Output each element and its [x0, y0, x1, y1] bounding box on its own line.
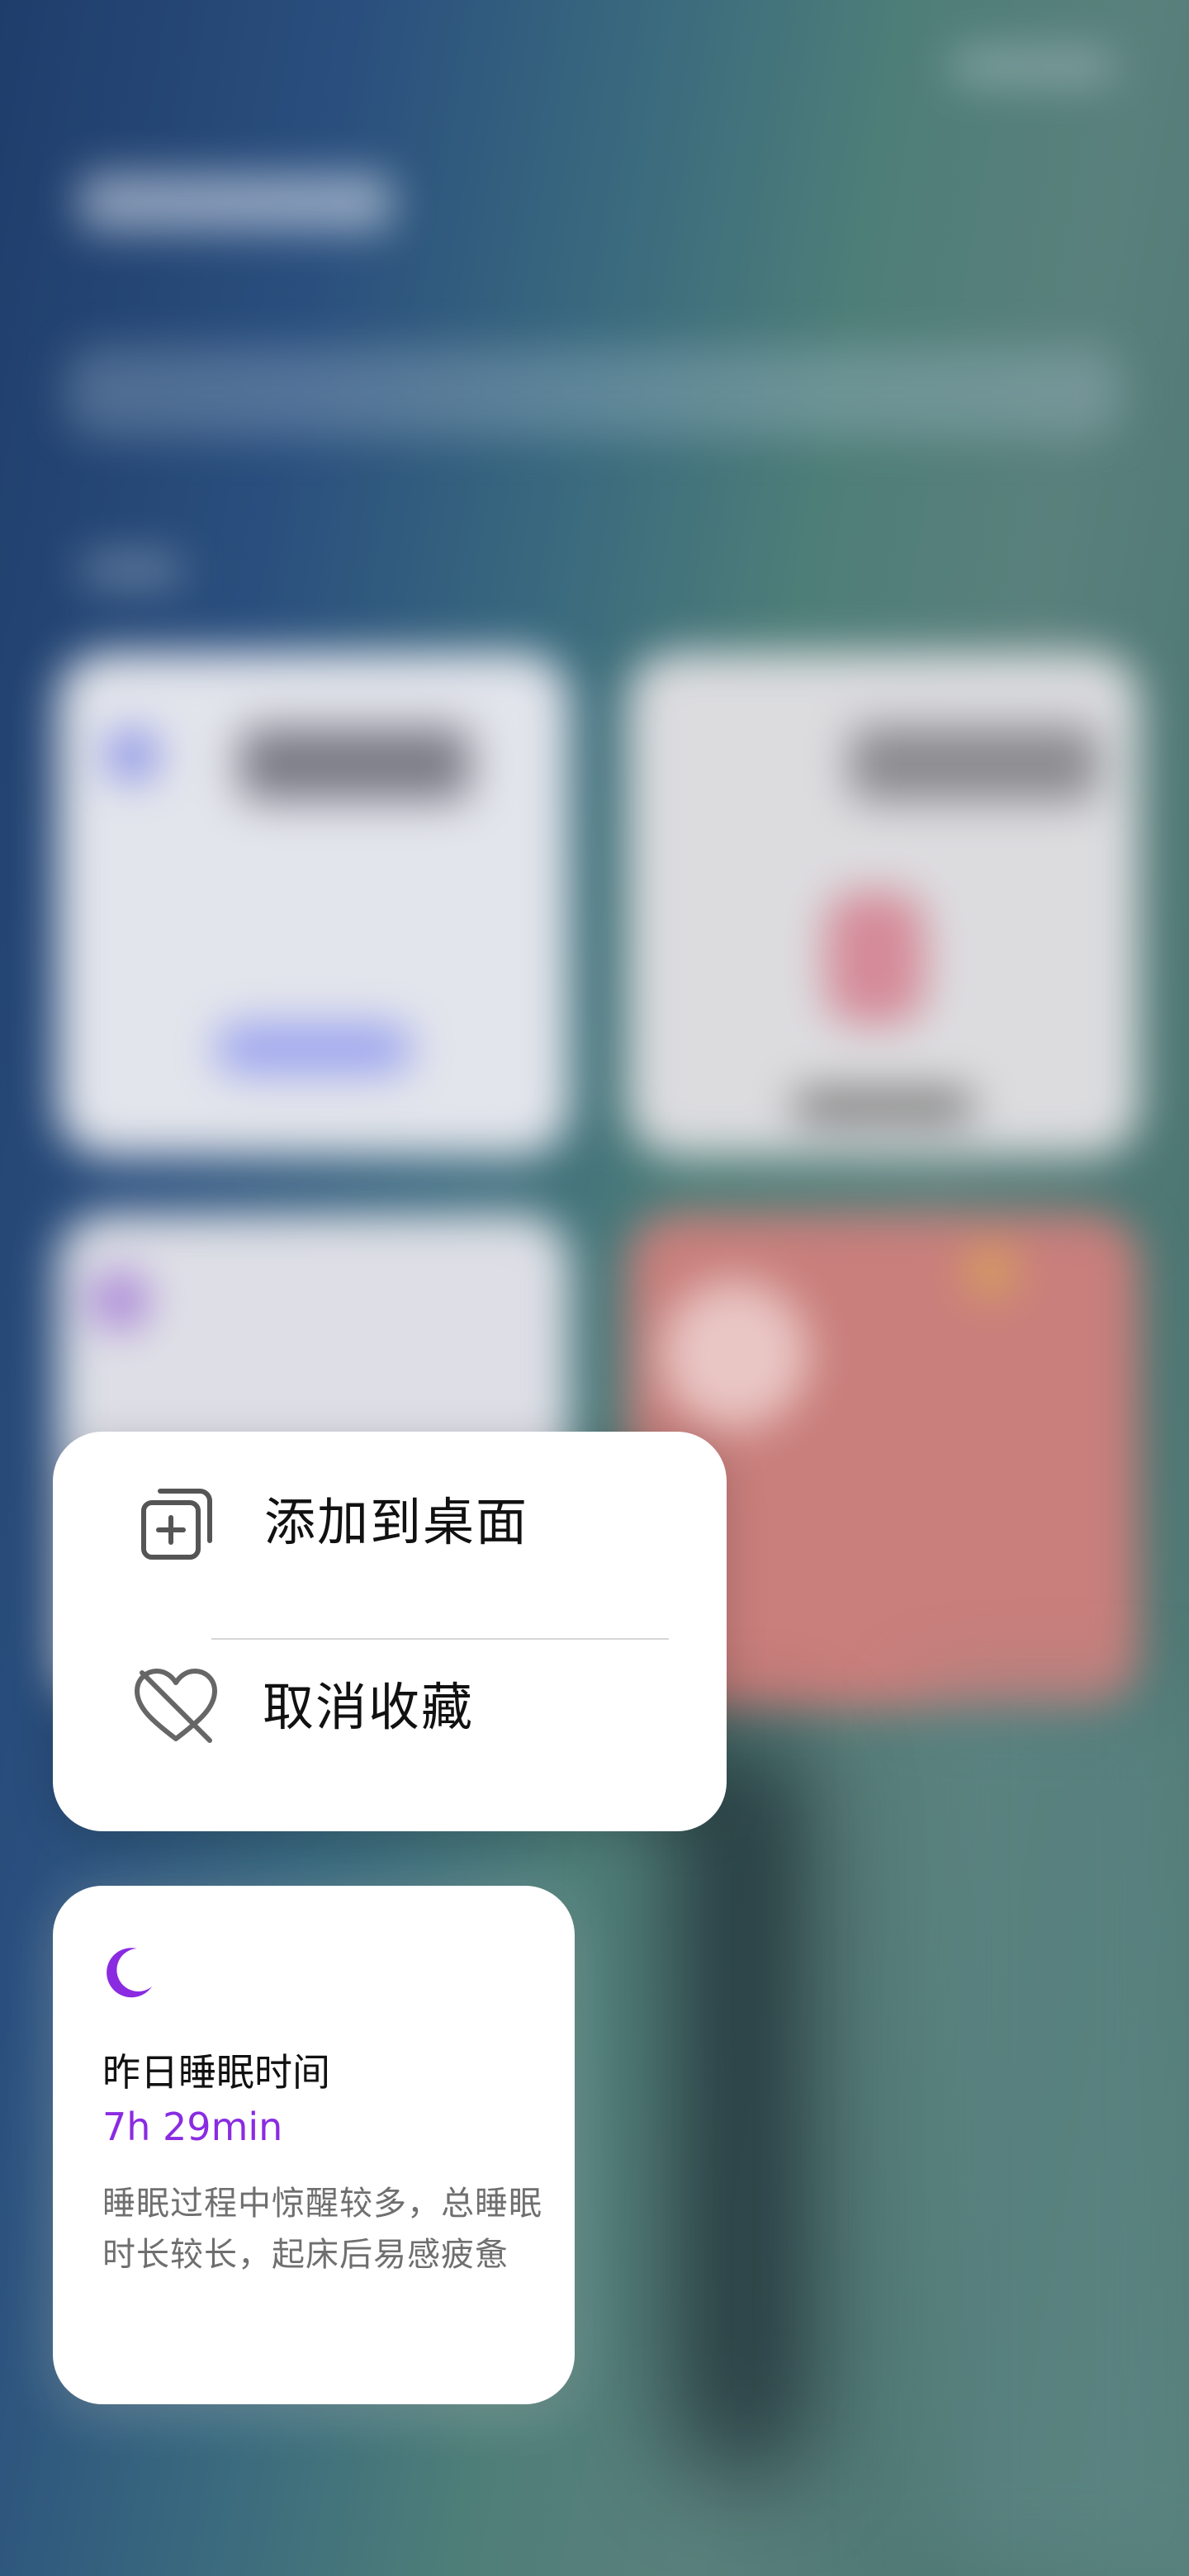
- menu-divider: [211, 1638, 669, 1640]
- unfavorite-heart-icon: [127, 1658, 225, 1755]
- crescent-moon-icon: [99, 1944, 157, 2001]
- add-to-desktop-label: 添加到桌面: [264, 1492, 529, 1552]
- add-to-desktop-icon: [127, 1473, 225, 1570]
- context-menu: 添加到桌面 取消收藏: [53, 1432, 727, 1831]
- sleep-description: 睡眠过程中惊醒较多，总睡眠时长较长，起床后易感疲惫: [102, 2185, 542, 2274]
- unfavorite-menu-item[interactable]: 取消收藏: [53, 1622, 727, 1808]
- background-shadow: [677, 1734, 809, 2477]
- background-highlight: [925, 1693, 1189, 2576]
- unfavorite-label: 取消收藏: [263, 1677, 475, 1737]
- add-to-desktop-menu-item[interactable]: 添加到桌面: [53, 1435, 727, 1622]
- sleep-title: 昨日睡眠时间: [102, 2050, 330, 2095]
- sleep-duration-value: 7h 29min: [102, 2105, 283, 2149]
- sleep-widget-card[interactable]: 昨日睡眠时间 7h 29min 睡眠过程中惊醒较多，总睡眠时长较长，起床后易感疲…: [53, 1886, 575, 2404]
